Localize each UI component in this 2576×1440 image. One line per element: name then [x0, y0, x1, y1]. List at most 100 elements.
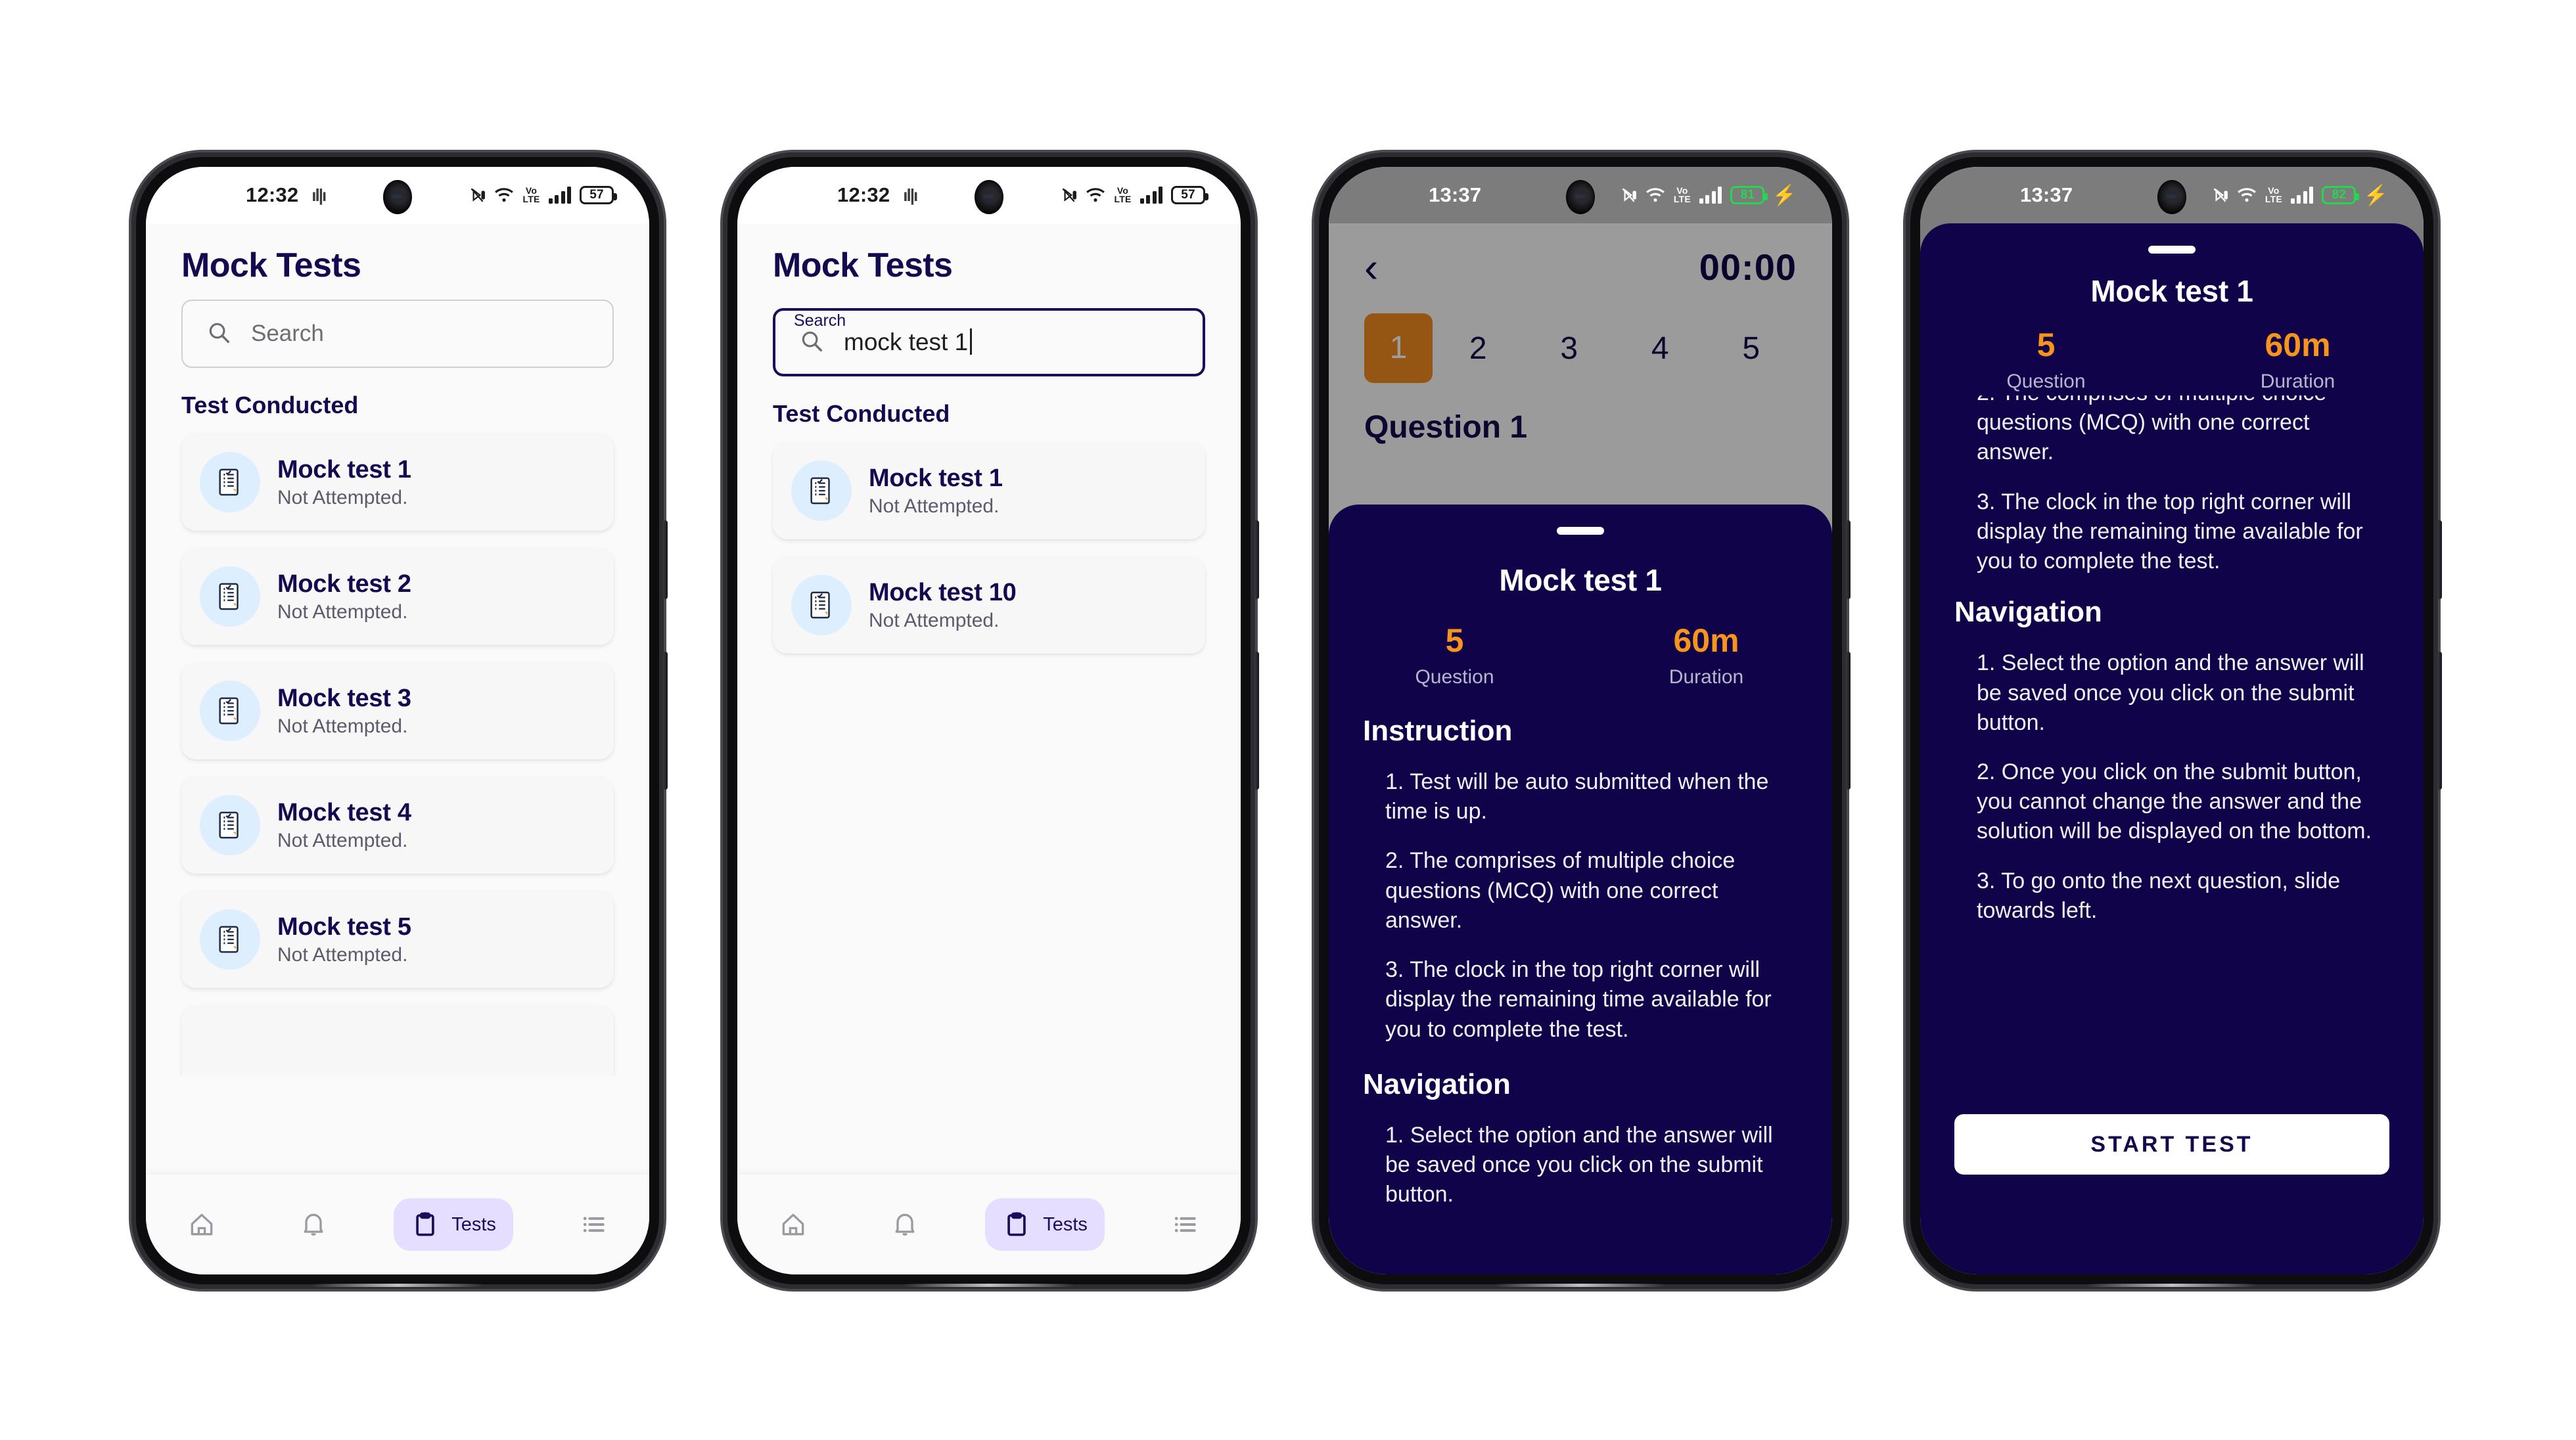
navigation-item: 3. To go onto the next question, slide t…: [1977, 868, 2341, 923]
stat-duration: 60m Duration: [1580, 621, 1832, 688]
list-icon: [583, 1217, 605, 1232]
phone-1-content: Mock Tests Search Test Conducted Mock te…: [146, 223, 649, 1274]
nav-item-more[interactable]: [562, 1198, 625, 1251]
nav-item-notifications[interactable]: [873, 1198, 936, 1251]
stat-duration-value: 60m: [1673, 622, 1739, 659]
status-clock: 12:32: [246, 183, 299, 206]
phone-3-screen: 13:37 Vo LTE 81 ⚡ ‹ 00:00 1 2 3 4 5 Ques…: [1329, 167, 1832, 1274]
status-bar: 13:37 Vo LTE 81 ⚡: [1329, 167, 1832, 223]
status-clock: 13:37: [2020, 183, 2073, 206]
test-status: Not Attempted.: [277, 486, 408, 508]
phone-4-content: Mock test 1 5 Question 60m Duration 2. T…: [1920, 223, 2424, 1274]
table-row-partial[interactable]: [181, 1005, 614, 1076]
test-status: Not Attempted.: [277, 829, 408, 851]
stat-questions: 5 Question: [1329, 621, 1580, 688]
nav-item-tests[interactable]: Tests: [985, 1198, 1105, 1251]
status-bar: 12:32 ıl|ı Vo LTE 57: [146, 167, 649, 223]
test-status: Not Attempted.: [277, 943, 408, 966]
table-row[interactable]: Mock test 2 Not Attempted.: [181, 548, 614, 645]
battery-indicator: 82: [2322, 186, 2360, 204]
table-row[interactable]: Mock test 4 Not Attempted.: [181, 776, 614, 874]
clipboard-icon: [416, 1212, 434, 1236]
sheet-scroll-body[interactable]: Instruction 1. Test will be auto submitt…: [1329, 715, 1832, 1209]
page-title: Mock Tests: [773, 246, 953, 284]
test-stats: 5 Question 60m Duration: [1329, 621, 1832, 688]
test-card-list[interactable]: Mock test 1 Not Attempted. Mock test 10 …: [737, 428, 1241, 654]
bottom-navigation: Tests: [737, 1175, 1241, 1274]
nav-item-notifications[interactable]: [282, 1198, 345, 1251]
volte-icon: Vo LTE: [522, 185, 540, 204]
navigation-item: 1. Select the option and the answer will…: [1385, 1122, 1773, 1207]
instruction-item: 2. The comprises of multiple choice ques…: [1977, 395, 2326, 465]
volte-icon: Vo LTE: [2265, 185, 2282, 204]
front-camera-punchhole: [383, 180, 412, 214]
home-icon: [191, 1213, 213, 1236]
charging-bolt-icon: ⚡: [2363, 184, 2388, 206]
table-row[interactable]: Mock test 10 Not Attempted.: [773, 556, 1205, 654]
nav-item-tests-label: Tests: [451, 1213, 496, 1235]
search-icon: [799, 328, 824, 357]
clipboard-icon: [1007, 1212, 1026, 1236]
checklist-icon: [200, 795, 260, 855]
battery-indicator: 57: [1171, 186, 1208, 204]
test-status: Not Attempted.: [869, 609, 1000, 631]
stat-questions-value: 5: [1445, 622, 1464, 659]
navigation-item: 1. Select the option and the answer will…: [1977, 650, 2364, 735]
search-input[interactable]: Search: [181, 300, 614, 368]
nav-item-more[interactable]: [1153, 1198, 1216, 1251]
table-row[interactable]: Mock test 1 Not Attempted.: [773, 442, 1205, 539]
navigation-heading: Navigation: [1363, 1068, 1511, 1100]
phone-2-content: Mock Tests Search mock test 1 Test Condu…: [737, 223, 1241, 1274]
volte-icon: Vo LTE: [1673, 185, 1691, 204]
sheet-title: Mock test 1: [1499, 563, 1662, 597]
drag-handle[interactable]: [1557, 527, 1604, 535]
table-row[interactable]: Mock test 3 Not Attempted.: [181, 662, 614, 759]
start-test-button[interactable]: START TEST: [1954, 1114, 2389, 1175]
search-field-wrapper: Search: [146, 285, 649, 368]
checklist-icon: [200, 566, 260, 627]
stat-duration-label: Duration: [2260, 371, 2335, 392]
front-camera-punchhole: [975, 180, 1003, 214]
drag-handle[interactable]: [2148, 246, 2196, 254]
sheet-scroll-body[interactable]: 2. The comprises of multiple choice ques…: [1920, 395, 2424, 1085]
nav-item-home[interactable]: [170, 1198, 233, 1251]
phone-mockup-4: 13:37 Vo LTE 82 ⚡ Mock test 1 5 Question…: [1906, 152, 2442, 1289]
stat-questions: 5 Question: [1920, 326, 2172, 393]
status-bar: 12:32 ıl|ı Vo LTE 57: [737, 167, 1241, 223]
instruction-heading: Instruction: [1363, 715, 1513, 747]
test-status: Not Attempted.: [277, 715, 408, 737]
signal-bars-icon: [548, 187, 571, 204]
front-camera-punchhole: [2157, 180, 2186, 214]
sheet-title: Mock test 1: [2090, 274, 2253, 308]
checklist-icon: [200, 681, 260, 741]
nav-item-tests-label: Tests: [1043, 1213, 1088, 1235]
phone-1-screen: 12:32 ıl|ı Vo LTE 57 Mock Tests Search T…: [146, 167, 649, 1274]
signal-bars-icon: [2290, 187, 2314, 204]
test-title: Mock test 1: [869, 464, 1003, 492]
bottom-navigation: Tests: [146, 1175, 649, 1274]
table-row[interactable]: Mock test 5 Not Attempted.: [181, 891, 614, 988]
test-card-list[interactable]: Mock test 1 Not Attempted. Mock test 2 N…: [146, 419, 649, 1076]
bell-icon: [304, 1213, 323, 1236]
search-placeholder: Search: [251, 321, 324, 346]
bell-icon: [895, 1213, 915, 1236]
phone-mockup-1: 12:32 ıl|ı Vo LTE 57 Mock Tests Search T…: [131, 152, 668, 1289]
search-value: mock test 1: [844, 328, 972, 356]
checklist-icon: [791, 461, 852, 521]
section-title: Test Conducted: [181, 392, 359, 418]
charging-bolt-icon: ⚡: [1772, 184, 1797, 206]
test-title: Mock test 1: [277, 455, 411, 484]
stat-questions-label: Question: [2006, 371, 2086, 392]
wifi-icon: [494, 187, 514, 204]
test-detail-bottom-sheet: Mock test 1 5 Question 60m Duration Inst…: [1329, 505, 1832, 1274]
nav-item-tests[interactable]: Tests: [394, 1198, 513, 1251]
test-detail-bottom-sheet: Mock test 1 5 Question 60m Duration 2. T…: [1920, 223, 2424, 1274]
test-title: Mock test 10: [869, 578, 1017, 606]
test-stats: 5 Question 60m Duration: [1920, 326, 2424, 393]
table-row[interactable]: Mock test 1 Not Attempted.: [181, 434, 614, 531]
nav-item-home[interactable]: [762, 1198, 825, 1251]
checklist-icon: [200, 452, 260, 512]
wifi-icon: [1086, 187, 1105, 204]
signal-bars-icon: [1139, 187, 1162, 204]
bluetooth-icon: [1620, 186, 1637, 204]
